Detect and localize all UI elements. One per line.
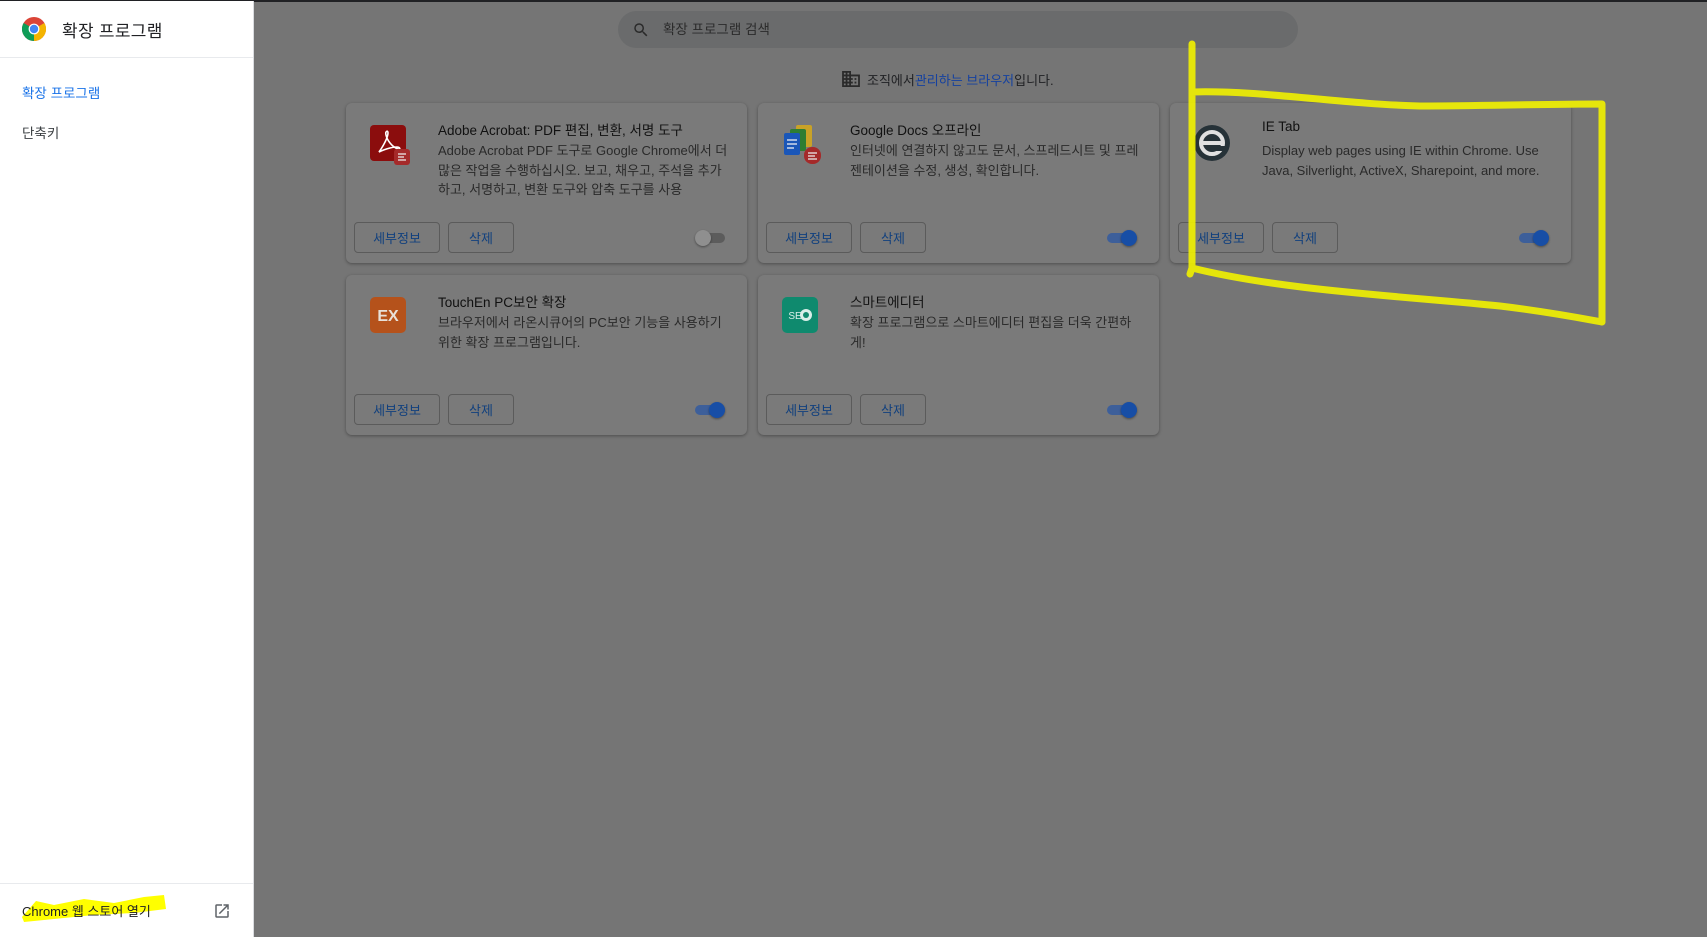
open-in-new-icon[interactable] [213, 902, 231, 920]
acrobat-icon [370, 125, 410, 165]
sidebar: 확장 프로그램 확장 프로그램 단축키 Chrome 웹 스토어 열기 [0, 1, 254, 937]
extension-description: Adobe Acrobat PDF 도구로 Google Chrome에서 더 … [438, 143, 728, 197]
extension-card-ie-tab: IE Tab Display web pages using IE within… [1170, 103, 1571, 263]
sidebar-item-shortcuts[interactable]: 단축키 [0, 116, 253, 156]
page-title: 확장 프로그램 [62, 21, 163, 41]
open-web-store-label: Chrome 웹 스토어 열기 [22, 904, 151, 919]
touchen-ex-icon: EX [370, 297, 406, 333]
enable-toggle[interactable] [695, 230, 725, 246]
extension-name: TouchEn PC보안 확장 [438, 295, 567, 310]
enable-toggle[interactable] [1107, 402, 1137, 418]
search-input[interactable] [663, 22, 1263, 37]
details-button[interactable]: 세부정보 [1178, 222, 1264, 253]
extension-card-adobe-acrobat: Adobe Acrobat: PDF 편집, 변환, 서명 도구 Adobe A… [346, 103, 747, 263]
remove-button[interactable]: 삭제 [860, 394, 926, 425]
enable-toggle[interactable] [1519, 230, 1549, 246]
sidebar-footer: Chrome 웹 스토어 열기 [0, 883, 253, 937]
smarteditor-icon: SE [782, 297, 818, 333]
open-web-store-link[interactable]: Chrome 웹 스토어 열기 [22, 895, 166, 922]
details-button[interactable]: 세부정보 [766, 222, 852, 253]
ie-tab-icon [1194, 125, 1230, 161]
details-button[interactable]: 세부정보 [766, 394, 852, 425]
details-button[interactable]: 세부정보 [354, 222, 440, 253]
extension-name: 스마트에디터 [850, 295, 925, 310]
building-icon [842, 71, 860, 87]
remove-button[interactable]: 삭제 [448, 394, 514, 425]
details-button[interactable]: 세부정보 [354, 394, 440, 425]
extension-name: Adobe Acrobat: PDF 편집, 변환, 서명 도구 [438, 123, 683, 138]
managed-prefix: 조직에서 [867, 72, 915, 88]
google-docs-icon [784, 125, 821, 164]
search-icon [634, 22, 648, 36]
extension-description: 확장 프로그램으로 스마트에디터 편집을 더욱 간편하게! [850, 315, 1132, 350]
remove-button[interactable]: 삭제 [1272, 222, 1338, 253]
managed-browser-link[interactable]: 관리하는 브라우저 [915, 70, 1014, 89]
touchen-icon-text: EX [377, 308, 399, 325]
extension-card-touchen: EX TouchEn PC보안 확장 브라우저에서 라온시큐어의 PC보안 기능… [346, 275, 747, 435]
managed-suffix: 입니다. [1014, 72, 1054, 88]
extension-name: IE Tab [1262, 119, 1301, 134]
remove-button[interactable]: 삭제 [448, 222, 514, 253]
remove-button[interactable]: 삭제 [860, 222, 926, 253]
window-top-border [0, 0, 1707, 2]
sidebar-nav: 확장 프로그램 단축키 [0, 58, 253, 156]
sidebar-header: 확장 프로그램 [0, 1, 253, 58]
extension-card-google-docs-offline: Google Docs 오프라인 인터넷에 연결하지 않고도 문서, 스프레드시… [758, 103, 1159, 263]
enable-toggle[interactable] [695, 402, 725, 418]
managed-browser-notice: 조직에서 관리하는 브라우저 입니다. [842, 69, 1054, 89]
extension-description: 브라우저에서 라온시큐어의 PC보안 기능을 사용하기 위한 확장 프로그램입니… [438, 315, 722, 350]
extension-description: Display web pages using IE within Chrome… [1262, 143, 1540, 178]
extension-card-smarteditor: SE 스마트에디터 확장 프로그램으로 스마트에디터 편집을 더욱 간편하게! … [758, 275, 1159, 435]
extension-name: Google Docs 오프라인 [850, 123, 982, 138]
search-bar[interactable] [618, 11, 1298, 48]
enable-toggle[interactable] [1107, 230, 1137, 246]
smarteditor-icon-text: SE [788, 311, 802, 322]
sidebar-item-extensions[interactable]: 확장 프로그램 [0, 76, 253, 116]
extension-description: 인터넷에 연결하지 않고도 문서, 스프레드시트 및 프레젠테이션을 수정, 생… [850, 143, 1139, 178]
chrome-logo-icon [22, 17, 46, 41]
